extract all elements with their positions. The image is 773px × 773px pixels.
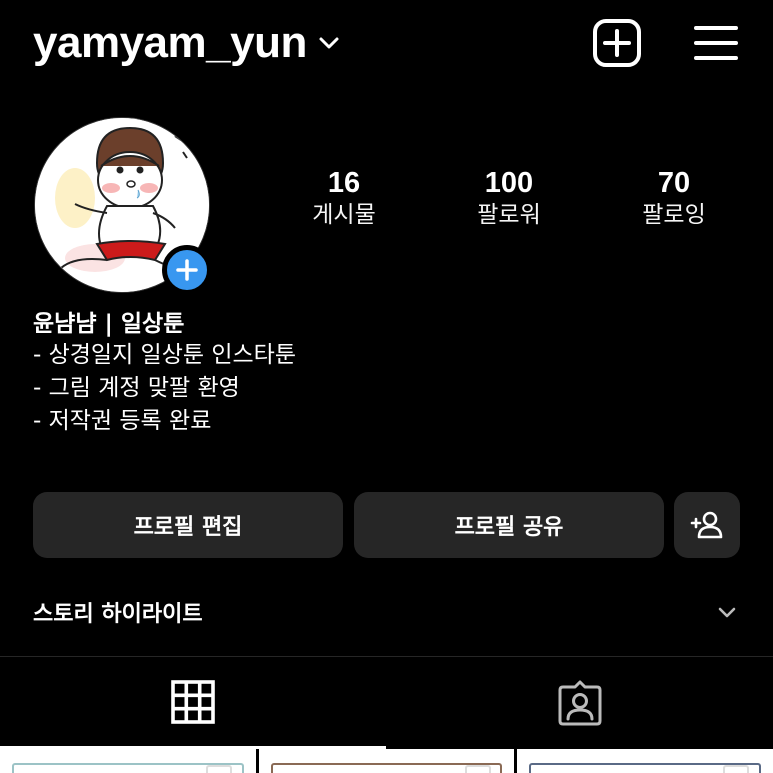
thumbnail-badge: [723, 765, 749, 773]
followers-label: 팔로워: [477, 202, 541, 228]
discover-people-button[interactable]: [674, 492, 740, 558]
post-thumbnail[interactable]: [517, 749, 773, 773]
bio-line: - 상경일지 일상툰 인스타툰: [33, 342, 296, 368]
add-person-icon: [690, 511, 723, 539]
following-number: 70: [657, 167, 691, 199]
username: yamyam_yun: [33, 18, 307, 67]
followers-count[interactable]: 100 팔로워: [449, 166, 569, 230]
thumbnail-badge: [206, 765, 232, 773]
story-highlights-label: 스토리 하이라이트: [33, 602, 203, 627]
plus-icon: [176, 259, 198, 281]
hamburger-menu-icon[interactable]: [693, 24, 739, 62]
chevron-down-icon: [718, 607, 736, 618]
account-switcher[interactable]: yamyam_yun: [33, 16, 341, 70]
posts-grid: [0, 749, 773, 773]
followers-number: 100: [484, 167, 534, 199]
plus-square-icon[interactable]: [592, 18, 642, 68]
posts-count: 16 게시물: [284, 166, 404, 230]
tab-posts-grid[interactable]: [0, 657, 386, 749]
edit-profile-button[interactable]: 프로필 편집: [33, 492, 343, 558]
bio-line: - 그림 계정 맞팔 환영: [33, 375, 240, 401]
profile-avatar-container[interactable]: [34, 117, 212, 295]
tab-tagged[interactable]: [387, 657, 773, 749]
bio-line: - 저작권 등록 완료: [33, 408, 212, 434]
display-name: 윤냠냠 | 일상툰: [33, 311, 185, 337]
edit-profile-label: 프로필 편집: [133, 515, 243, 540]
post-thumbnail[interactable]: [0, 749, 256, 773]
thumbnail-badge: [465, 765, 491, 773]
following-label: 팔로잉: [642, 202, 706, 228]
share-profile-button[interactable]: 프로필 공유: [354, 492, 664, 558]
following-count[interactable]: 70 팔로잉: [614, 166, 734, 230]
chevron-down-icon: [319, 37, 339, 49]
posts-number: 16: [327, 167, 361, 199]
grid-icon: [171, 679, 215, 724]
share-profile-label: 프로필 공유: [454, 515, 564, 540]
posts-label: 게시물: [312, 202, 376, 228]
tagged-person-icon: [558, 680, 602, 726]
post-thumbnail[interactable]: [259, 749, 514, 773]
story-highlights-toggle[interactable]: 스토리 하이라이트: [33, 594, 740, 630]
profile-bio: 윤냠냠 | 일상툰 - 상경일지 일상툰 인스타툰 - 그림 계정 맞팔 환영 …: [33, 309, 296, 438]
add-story-button[interactable]: [162, 245, 212, 295]
profile-header: yamyam_yun: [0, 0, 773, 90]
